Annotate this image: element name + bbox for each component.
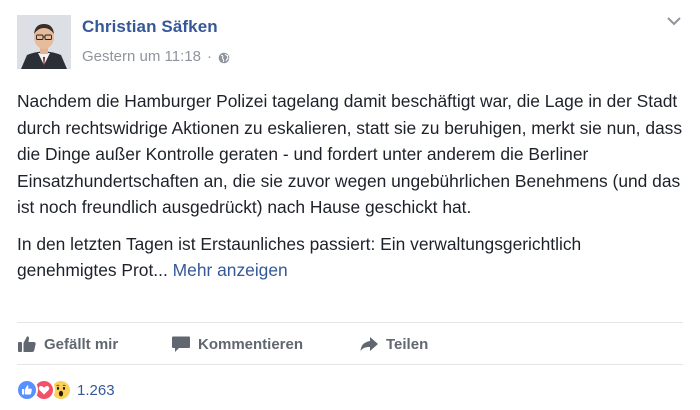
post-paragraph-2: In den letzten Tagen ist Erstaunliches p…	[17, 231, 685, 284]
share-arrow-icon	[360, 337, 378, 351]
post-content: Nachdem die Hamburger Polizei tagelang d…	[17, 88, 685, 294]
meta-separator: ·	[206, 48, 212, 65]
comment-label: Kommentieren	[198, 335, 304, 353]
comment-icon	[172, 336, 190, 352]
post-paragraph-1: Nachdem die Hamburger Polizei tagelang d…	[17, 91, 683, 217]
post-options-chevron-icon[interactable]	[666, 14, 682, 26]
post-paragraph-2-text: In den letzten Tagen ist Erstaunliches p…	[17, 233, 582, 281]
see-more-link[interactable]: Mehr anzeigen	[173, 260, 288, 280]
action-bar: Gefällt mir Kommentieren Teilen	[17, 325, 683, 363]
like-reaction-icon	[16, 379, 38, 401]
like-button[interactable]: Gefällt mir	[17, 335, 171, 353]
profile-photo	[17, 15, 71, 69]
facebook-post: Christian Säfken Gestern um 11:18 · Nach…	[0, 0, 700, 410]
share-label: Teilen	[386, 335, 429, 353]
author-avatar[interactable]	[17, 15, 71, 69]
post-meta: Gestern um 11:18 ·	[82, 48, 230, 65]
divider-top	[17, 322, 683, 323]
like-label: Gefällt mir	[44, 335, 119, 353]
share-button[interactable]: Teilen	[359, 335, 428, 353]
reaction-count[interactable]: 1.263	[77, 382, 115, 399]
post-timestamp[interactable]: Gestern um 11:18	[82, 48, 201, 65]
globe-icon[interactable]	[218, 51, 230, 63]
comment-button[interactable]: Kommentieren	[171, 335, 359, 353]
reactions-summary[interactable]: 1.263	[16, 378, 115, 402]
thumbs-up-icon	[18, 336, 36, 352]
divider-bottom	[17, 364, 683, 365]
author-name[interactable]: Christian Säfken	[82, 17, 218, 37]
